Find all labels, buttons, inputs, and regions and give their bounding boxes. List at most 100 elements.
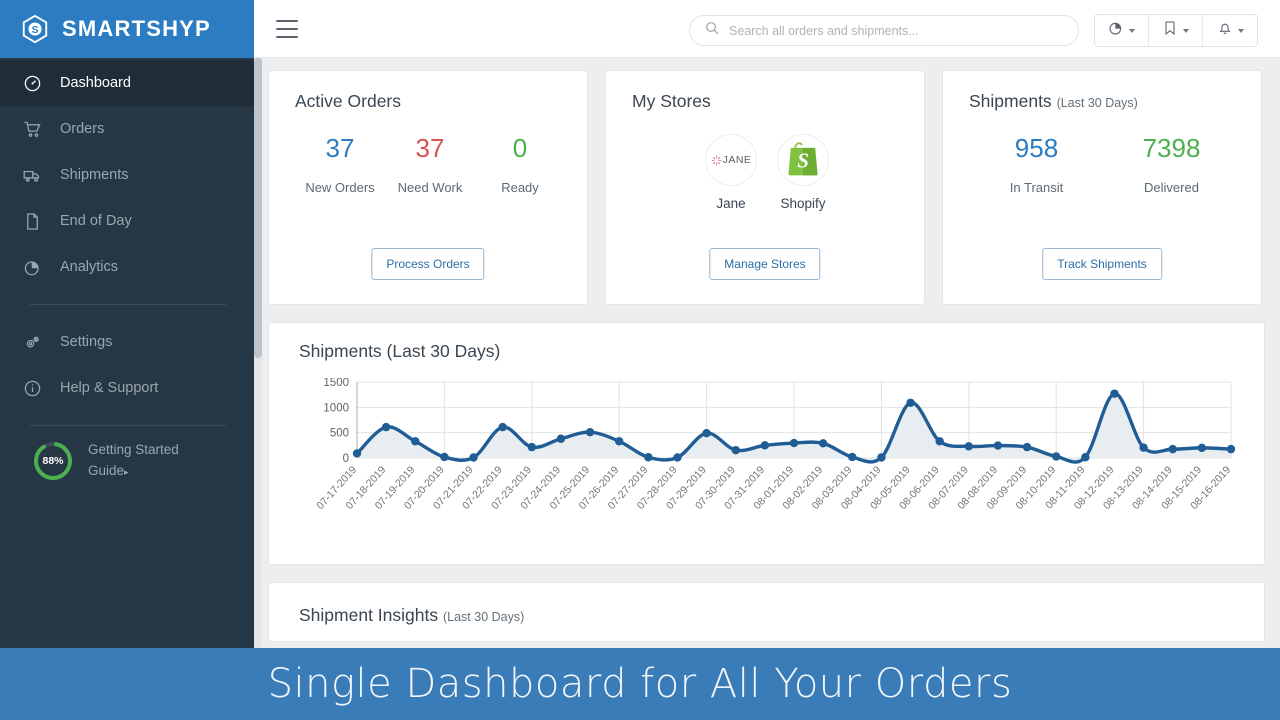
shipments-line-chart: 0 500 1000 1500 07-17-2019 07-18-2019 07-19-20… xyxy=(299,377,1239,558)
promo-banner-text: Single Dashboard for All Your Orders xyxy=(267,661,1013,707)
card-title-text: Shipments xyxy=(969,91,1052,111)
content-scrollbar[interactable] xyxy=(254,58,262,648)
caret-right-icon: ▸ xyxy=(124,467,129,477)
stat-need-work: 37 Need Work xyxy=(385,133,475,195)
topbar-icon-group xyxy=(1094,14,1258,47)
stat-new-orders: 37 New Orders xyxy=(295,133,385,195)
chart-title: Shipments (Last 30 Days) xyxy=(299,341,501,361)
sidebar-item-label: Orders xyxy=(60,121,105,137)
track-shipments-button[interactable]: Track Shipments xyxy=(1042,248,1162,280)
sidebar-item-analytics[interactable]: Analytics xyxy=(0,244,254,290)
shopping-cart-icon xyxy=(22,119,42,139)
shipment-insights-card: Shipment Insights (Last 30 Days) xyxy=(268,582,1265,642)
sidebar-item-end-of-day[interactable]: End of Day xyxy=(0,198,254,244)
svg-text:1500: 1500 xyxy=(323,378,349,389)
insights-title-text: Shipment Insights xyxy=(299,605,439,625)
shipments-card: Shipments (Last 30 Days) 958 In Transit … xyxy=(942,70,1262,305)
hexagon-s-logo-icon: S xyxy=(20,14,50,44)
getting-started-label: Getting Started Guide▸ xyxy=(88,440,179,482)
sidebar-item-orders[interactable]: Orders xyxy=(0,106,254,152)
main-content: Active Orders 37 New Orders 37 Need Work… xyxy=(262,58,1280,648)
progress-percent: 88% xyxy=(42,455,64,467)
chevron-down-icon xyxy=(1129,28,1135,33)
brand-header[interactable]: S SMARTSHYP xyxy=(0,0,254,58)
store-item-jane[interactable]: JANE Jane xyxy=(702,134,760,211)
process-orders-button[interactable]: Process Orders xyxy=(371,248,485,280)
svg-text:1000: 1000 xyxy=(323,402,349,414)
sidebar-item-label: Dashboard xyxy=(60,75,131,91)
search-input[interactable] xyxy=(729,23,1059,38)
store-item-shopify[interactable]: S Shopify xyxy=(774,134,832,211)
sidebar-item-label: Settings xyxy=(60,334,113,350)
stat-value: 958 xyxy=(1014,133,1059,163)
pie-chart-icon xyxy=(22,257,42,277)
chart-svg: 05001000150007-17-201907-18-201907-19-20… xyxy=(314,377,1236,512)
stat-label: Ready xyxy=(501,179,539,195)
active-orders-stats: 37 New Orders 37 Need Work 0 Ready xyxy=(295,133,565,195)
svg-text:S: S xyxy=(32,25,39,36)
sidebar-item-label: End of Day xyxy=(60,213,132,229)
promo-banner: Single Dashboard for All Your Orders xyxy=(0,648,1280,720)
shipments-chart-card: Shipments (Last 30 Days) 0 500 1000 1500 07-… xyxy=(268,322,1265,565)
search-icon xyxy=(704,20,720,41)
sidebar-divider-2 xyxy=(30,425,226,426)
hamburger-menu-icon[interactable] xyxy=(276,19,298,38)
brand-name: SMARTSHYP xyxy=(62,16,211,41)
sidebar-item-label: Help & Support xyxy=(60,380,159,396)
getting-started-guide[interactable]: 88% Getting Started Guide▸ xyxy=(0,440,254,482)
insights-subtitle: (Last 30 Days) xyxy=(442,610,525,624)
store-name: Shopify xyxy=(780,196,826,211)
svg-text:S: S xyxy=(797,149,809,173)
insights-title: Shipment Insights (Last 30 Days) xyxy=(299,605,1264,626)
app-root: S SMARTSHYP Dashboard Orders Shipments E… xyxy=(0,0,1280,720)
store-name: Jane xyxy=(716,196,746,211)
getting-started-line1: Getting Started xyxy=(88,442,179,458)
stat-label: Delivered xyxy=(1144,179,1199,195)
stat-label: Need Work xyxy=(397,179,463,195)
pie-chart-icon xyxy=(1108,20,1124,41)
sidebar-item-label: Shipments xyxy=(60,167,129,183)
summary-cards-row: Active Orders 37 New Orders 37 Need Work… xyxy=(268,70,1272,305)
speedometer-icon xyxy=(22,73,42,93)
scrollbar-thumb[interactable] xyxy=(254,58,262,358)
svg-text:500: 500 xyxy=(330,428,349,440)
sidebar-item-shipments[interactable]: Shipments xyxy=(0,152,254,198)
sidebar-divider-1 xyxy=(30,304,226,305)
getting-started-line2: Guide xyxy=(88,463,125,478)
sidebar-item-label: Analytics xyxy=(60,259,119,275)
info-circle-icon xyxy=(22,378,42,398)
chevron-down-icon xyxy=(1183,28,1189,33)
stat-value: 7398 xyxy=(1142,133,1201,163)
stat-value: 0 xyxy=(512,133,528,163)
sidebar-item-help-support[interactable]: Help & Support xyxy=(0,365,254,411)
stat-value: 37 xyxy=(325,133,355,163)
stat-in-transit: 958 In Transit xyxy=(969,133,1104,195)
stat-delivered: 7398 Delivered xyxy=(1104,133,1239,195)
stat-ready: 0 Ready xyxy=(475,133,565,195)
chevron-down-icon xyxy=(1237,28,1244,33)
reports-dropdown-button[interactable] xyxy=(1095,15,1149,46)
bookmarks-dropdown-button[interactable] xyxy=(1149,15,1203,46)
shopify-bag-logo-icon: S xyxy=(777,134,829,186)
progress-ring: 88% xyxy=(32,440,74,482)
jane-store-logo-icon: JANE xyxy=(705,134,757,186)
card-title: Active Orders xyxy=(295,91,401,111)
svg-text:0: 0 xyxy=(343,453,349,465)
sidebar: S SMARTSHYP Dashboard Orders Shipments E… xyxy=(0,0,254,648)
shipments-stats: 958 In Transit 7398 Delivered xyxy=(969,133,1239,195)
stat-value: 37 xyxy=(415,133,445,163)
bell-icon xyxy=(1217,20,1233,41)
search-box[interactable] xyxy=(689,15,1079,46)
active-orders-card: Active Orders 37 New Orders 37 Need Work… xyxy=(268,70,588,305)
card-subtitle: (Last 30 Days) xyxy=(1056,96,1138,110)
sidebar-item-dashboard[interactable]: Dashboard xyxy=(0,60,254,106)
stores-list: JANE Jane S Shopify xyxy=(632,134,902,211)
stat-label: New Orders xyxy=(305,179,375,195)
manage-stores-button[interactable]: Manage Stores xyxy=(709,248,821,280)
sidebar-item-settings[interactable]: Settings xyxy=(0,319,254,365)
bookmark-icon xyxy=(1162,20,1178,41)
document-icon xyxy=(22,211,42,231)
notifications-dropdown-button[interactable] xyxy=(1203,15,1257,46)
card-title: Shipments (Last 30 Days) xyxy=(969,91,1239,112)
topbar xyxy=(254,0,1280,58)
